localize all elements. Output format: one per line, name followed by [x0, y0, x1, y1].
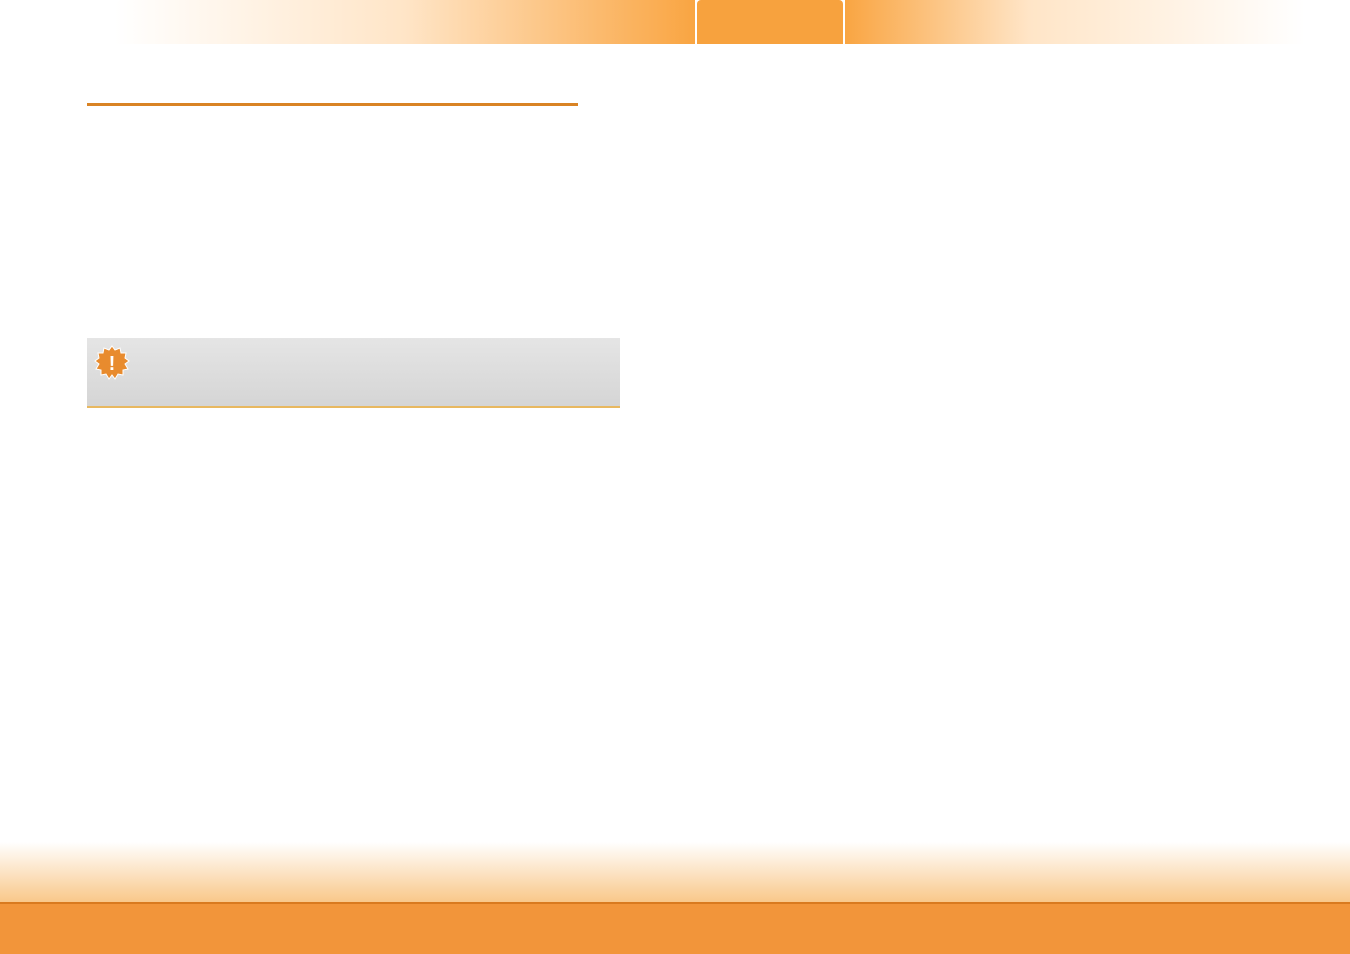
- tab-active[interactable]: [697, 0, 843, 44]
- svg-text:!: !: [109, 353, 116, 375]
- callout-box: !: [87, 338, 620, 408]
- tab-strip: [0, 0, 1350, 44]
- alert-badge-icon: !: [94, 345, 130, 381]
- heading-underline: [87, 103, 578, 106]
- tab-inactive-left[interactable]: [115, 0, 695, 44]
- footer-gradient: [0, 842, 1350, 902]
- footer-bar: [0, 902, 1350, 954]
- tab-inactive-right[interactable]: [845, 0, 1305, 44]
